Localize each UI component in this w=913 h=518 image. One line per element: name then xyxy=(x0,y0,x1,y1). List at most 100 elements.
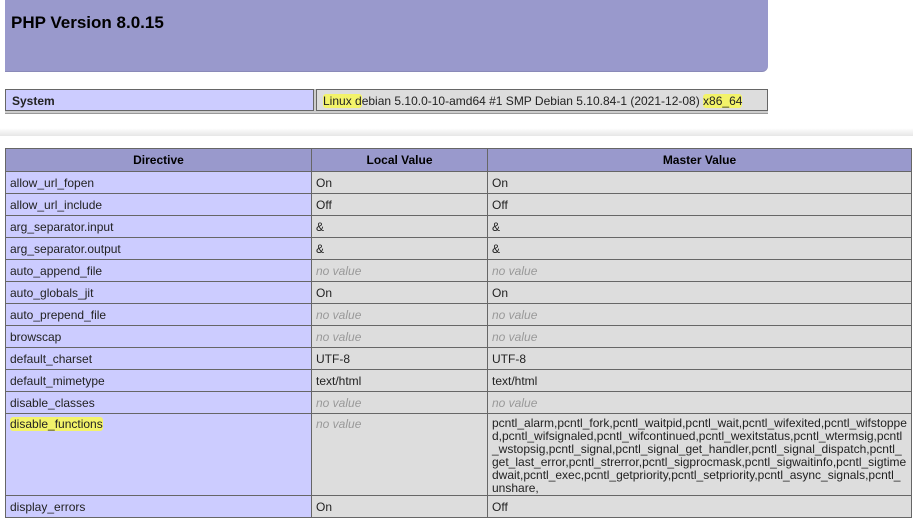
master-value-cell: On xyxy=(487,171,912,194)
system-info-table: System Linux debian 5.10.0-10-amd64 #1 S… xyxy=(5,89,768,114)
master-value-cell: no value xyxy=(487,303,912,326)
master-value-cell-text: & xyxy=(492,219,501,234)
directive-name-cell: display_errors xyxy=(5,495,312,518)
directive-name-cell-text: allow_url_fopen xyxy=(10,175,95,190)
local-value-cell-text: no value xyxy=(316,395,362,410)
directive-name-cell: allow_url_include xyxy=(5,193,312,216)
system-value[interactable]: Linux debian 5.10.0-10-amd64 #1 SMP Debi… xyxy=(316,89,768,111)
php-version-header: PHP Version 8.0.15 xyxy=(5,0,768,72)
local-value-cell: & xyxy=(311,237,488,260)
master-value-cell: text/html xyxy=(487,369,912,392)
local-value-cell-text: no value xyxy=(316,417,362,431)
master-value-cell: pcntl_alarm,pcntl_fork,pcntl_waitpid,pcn… xyxy=(487,413,912,496)
master-value-cell-text: On xyxy=(492,175,509,190)
header-local-value: Local Value xyxy=(311,148,488,172)
master-value-cell-text: Off xyxy=(492,197,508,212)
directive-name-cell: auto_globals_jit xyxy=(5,281,312,304)
local-value-cell: no value xyxy=(311,259,488,282)
directive-name-cell-text: arg_separator.input xyxy=(10,219,114,234)
table-row: allow_url_include Off Off xyxy=(5,193,912,216)
directive-name-cell-text: default_mimetype xyxy=(10,373,105,388)
local-value-cell-text: text/html xyxy=(316,373,362,388)
master-value-cell: On xyxy=(487,281,912,304)
local-value-cell: On xyxy=(311,171,488,194)
master-value-cell: & xyxy=(487,215,912,238)
highlight-arch: x86_64 xyxy=(703,94,743,108)
header-area: PHP Version 8.0.15 System Linux debian 5… xyxy=(0,0,913,134)
directive-name-cell-text: arg_separator.output xyxy=(10,241,121,256)
master-value-cell-text: no value xyxy=(492,263,538,278)
directive-name-cell: auto_append_file xyxy=(5,259,312,282)
directive-name-cell: allow_url_fopen xyxy=(5,171,312,194)
system-label: System xyxy=(5,89,314,111)
directive-rows: allow_url_fopen On On allow_url_include Off O… xyxy=(5,171,912,518)
master-value-cell-text: Off xyxy=(492,499,508,514)
master-value-cell-text: pcntl_alarm,pcntl_fork,pcntl_waitpid,pcn… xyxy=(492,416,907,495)
directive-table: Directive Local Value Master Value allow… xyxy=(5,148,912,518)
master-value-cell: & xyxy=(487,237,912,260)
master-value-cell: no value xyxy=(487,259,912,282)
header-directive: Directive xyxy=(5,148,312,172)
local-value-cell: no value xyxy=(311,303,488,326)
directive-name-cell: arg_separator.input xyxy=(5,215,312,238)
table-row: arg_separator.input & & xyxy=(5,215,912,238)
local-value-cell-text: On xyxy=(316,285,333,300)
directive-name-cell: disable_functions xyxy=(5,413,312,496)
directive-name-cell-text: browscap xyxy=(10,329,62,344)
local-value-cell: no value xyxy=(311,413,488,496)
master-value-cell: Off xyxy=(487,495,912,518)
local-value-cell: UTF-8 xyxy=(311,347,488,370)
master-value-cell-text: UTF-8 xyxy=(492,351,526,366)
table-row: default_mimetype text/html text/html xyxy=(5,369,912,392)
master-value-cell: UTF-8 xyxy=(487,347,912,370)
directive-name-cell-text: allow_url_include xyxy=(10,197,103,212)
directive-name-cell: auto_prepend_file xyxy=(5,303,312,326)
table-row: default_charset UTF-8 UTF-8 xyxy=(5,347,912,370)
local-value-cell-text: UTF-8 xyxy=(316,351,350,366)
table-row: disable_classes no value no value xyxy=(5,391,912,414)
header-master-value: Master Value xyxy=(487,148,912,172)
directive-name-cell-text: disable_classes xyxy=(10,395,95,410)
local-value-cell: no value xyxy=(311,391,488,414)
master-value-cell-text: On xyxy=(492,285,509,300)
section-divider xyxy=(0,128,913,136)
directive-name-cell-text: auto_prepend_file xyxy=(10,307,107,322)
master-value-cell: no value xyxy=(487,325,912,348)
local-value-cell: & xyxy=(311,215,488,238)
local-value-cell-text: Off xyxy=(316,197,332,212)
table-row: arg_separator.output & & xyxy=(5,237,912,260)
directive-name-cell-text: auto_globals_jit xyxy=(10,285,94,300)
master-value-cell-text: no value xyxy=(492,395,538,410)
table-row: auto_append_file no value no value xyxy=(5,259,912,282)
local-value-cell-text: On xyxy=(316,175,333,190)
local-value-cell-text: no value xyxy=(316,263,362,278)
directive-name-cell: default_mimetype xyxy=(5,369,312,392)
table-row: auto_globals_jit On On xyxy=(5,281,912,304)
table-row: auto_prepend_file no value no value xyxy=(5,303,912,326)
table-row: allow_url_fopen On On xyxy=(5,171,912,194)
table-row: browscap no value no value xyxy=(5,325,912,348)
directive-name-cell: browscap xyxy=(5,325,312,348)
directive-name-cell-text: default_charset xyxy=(10,351,93,366)
master-value-cell-text: no value xyxy=(492,329,538,344)
local-value-cell: no value xyxy=(311,325,488,348)
master-value-cell-text: & xyxy=(492,241,501,256)
directive-name-cell-text: auto_append_file xyxy=(10,263,103,278)
local-value-cell-text: no value xyxy=(316,307,362,322)
table-row: display_errors On Off xyxy=(5,495,912,518)
table-header-row: Directive Local Value Master Value xyxy=(5,148,912,172)
directive-name-cell-text: display_errors xyxy=(10,499,86,514)
local-value-cell: On xyxy=(311,281,488,304)
directive-name-cell: arg_separator.output xyxy=(5,237,312,260)
table-row: disable_functions no value pcntl_alarm,pcn… xyxy=(5,413,912,496)
master-value-cell-text: no value xyxy=(492,307,538,322)
local-value-cell-text: On xyxy=(316,499,333,514)
local-value-cell-text: & xyxy=(316,219,325,234)
directive-name-cell: disable_classes xyxy=(5,391,312,414)
highlight-linux: Linux d xyxy=(323,94,362,108)
directive-name-cell-text: disable_functions xyxy=(10,417,103,431)
local-value-cell: text/html xyxy=(311,369,488,392)
local-value-cell: On xyxy=(311,495,488,518)
page-title: PHP Version 8.0.15 xyxy=(11,13,164,32)
local-value-cell-text: & xyxy=(316,241,325,256)
